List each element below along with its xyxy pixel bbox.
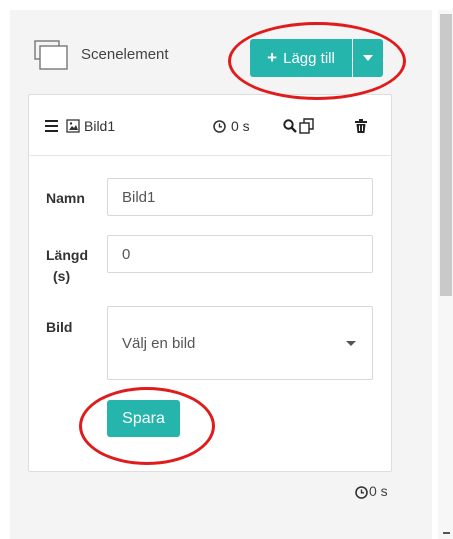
add-options-dropdown-button[interactable] [353,39,383,77]
length-label-line1: Längd [46,247,88,263]
chevron-down-icon [346,341,356,346]
total-duration: 0 s [369,483,388,499]
scene-element-card: Bild1 0 s Namn Bild1 Längd (s) 0 Bild Vä… [28,94,392,472]
copy-icon[interactable] [299,118,314,134]
image-label: Bild [46,319,73,335]
hamburger-icon[interactable] [45,120,58,135]
element-name: Bild1 [84,118,116,134]
image-select[interactable]: Välj en bild [107,306,373,380]
section-title: Scenelement [81,46,169,63]
scrollbar-thumb[interactable] [440,14,452,296]
card-header: Bild1 0 s [29,95,391,156]
image-select-placeholder: Välj en bild [122,334,196,352]
save-button[interactable]: Spara [107,400,180,437]
image-icon [66,119,80,133]
layers-icon [34,40,68,70]
scroll-down-arrow[interactable] [443,532,450,534]
clock-icon [355,486,368,499]
clock-icon [213,120,226,133]
name-input[interactable]: Bild1 [107,178,373,216]
length-label-line2: (s) [53,268,71,284]
search-icon[interactable] [283,119,297,133]
plus-icon: + [267,48,278,67]
length-input[interactable]: 0 [107,235,373,273]
chevron-down-icon [363,55,373,61]
element-duration: 0 s [231,118,250,134]
trash-icon[interactable] [355,119,367,133]
add-element-button[interactable]: + Lägg till [250,39,352,77]
name-label: Namn [46,190,85,206]
add-element-label: Lägg till [283,49,335,67]
